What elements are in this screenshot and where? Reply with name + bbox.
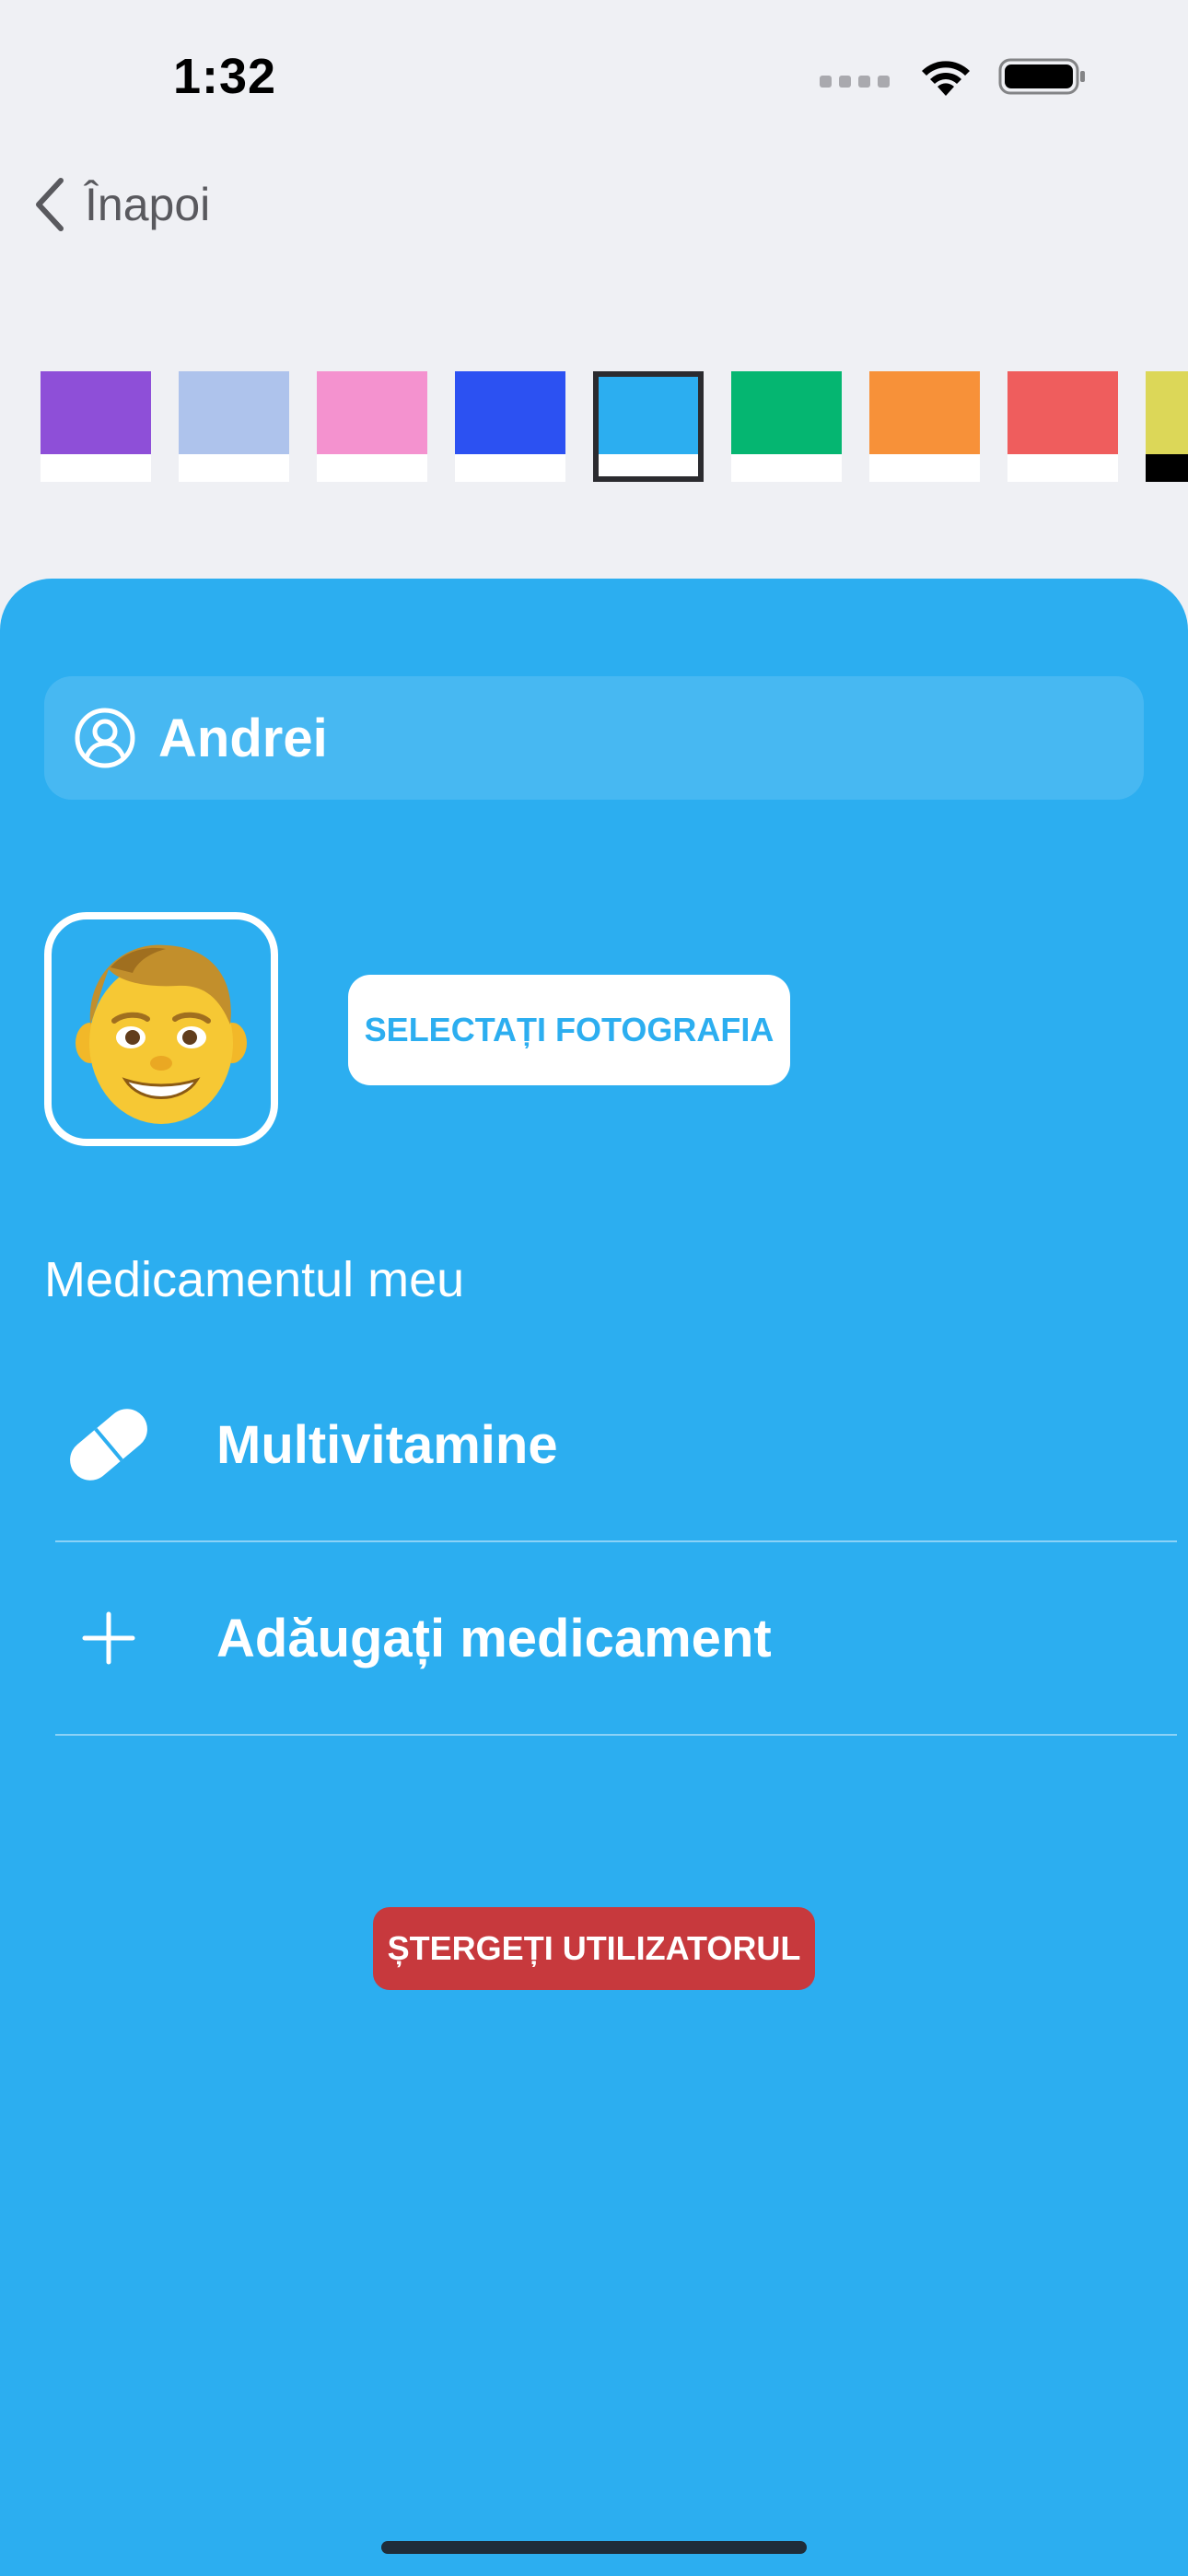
add-medication-label: Adăugați medicament (216, 1608, 772, 1669)
color-swatch-fill (1146, 371, 1188, 454)
color-swatch-selected[interactable] (593, 371, 704, 482)
color-swatch-row (41, 371, 1188, 482)
name-field[interactable]: Andrei (44, 676, 1144, 800)
screen: 1:32 Înapoi Andrei SELECTAȚI FOTOGRAFIA … (0, 0, 1188, 2576)
status-time: 1:32 (173, 49, 277, 104)
color-swatch[interactable] (869, 371, 980, 482)
avatar[interactable] (44, 912, 278, 1146)
color-swatch[interactable] (455, 371, 565, 482)
back-button[interactable]: Înapoi (33, 177, 210, 232)
medications-section-title: Medicamentul meu (44, 1252, 465, 1307)
color-swatch-fill (41, 371, 151, 454)
add-medication-row[interactable]: Adăugați medicament (55, 1542, 1177, 1736)
color-swatch-fill (869, 371, 980, 454)
color-swatch-fill (599, 377, 698, 454)
color-swatch[interactable] (179, 371, 289, 482)
wifi-icon (922, 61, 970, 96)
color-swatch[interactable] (41, 371, 151, 482)
color-swatch-fill (455, 371, 565, 454)
pill-icon (55, 1391, 162, 1498)
home-indicator (381, 2541, 807, 2554)
profile-card: Andrei SELECTAȚI FOTOGRAFIA Medicamentul… (0, 579, 1188, 2576)
color-swatch-fill (1007, 371, 1118, 454)
medication-item-multivitamine[interactable]: Multivitamine (55, 1349, 1177, 1542)
chevron-left-icon (36, 178, 64, 231)
color-swatch-fill (317, 371, 427, 454)
person-circle-icon (75, 708, 135, 768)
battery-icon (998, 58, 1085, 95)
color-swatch-fill (179, 371, 289, 454)
select-photo-button[interactable]: SELECTAȚI FOTOGRAFIA (348, 975, 790, 1085)
delete-user-button[interactable]: ȘTERGEȚI UTILIZATORUL (373, 1907, 815, 1990)
plus-icon (55, 1585, 162, 1692)
color-swatch[interactable] (317, 371, 427, 482)
color-swatch[interactable] (731, 371, 842, 482)
cellular-signal-icon (820, 75, 890, 88)
color-swatch[interactable] (1007, 371, 1118, 482)
name-value: Andrei (158, 708, 328, 768)
status-indicators (820, 55, 1087, 98)
color-swatch[interactable] (1146, 371, 1188, 482)
man-face-avatar-icon (76, 944, 247, 1124)
medication-label: Multivitamine (216, 1414, 558, 1475)
back-label: Înapoi (85, 179, 211, 230)
color-swatch-base (1146, 454, 1188, 482)
color-swatch-fill (731, 371, 842, 454)
